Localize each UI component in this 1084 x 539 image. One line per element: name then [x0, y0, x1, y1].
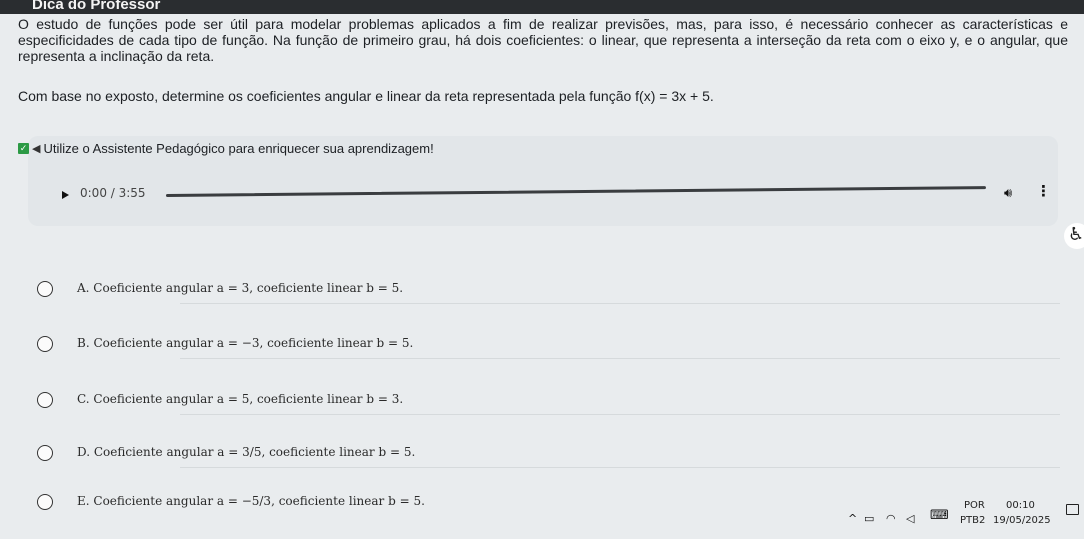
- assistant-label-text: Utilize o Assistente Pedagógico para enr…: [43, 141, 434, 156]
- language-label[interactable]: POR: [964, 500, 985, 511]
- play-icon[interactable]: [62, 191, 69, 199]
- clock-date[interactable]: 19/05/2025: [993, 515, 1051, 526]
- radio-button[interactable]: [37, 445, 53, 461]
- keyboard-layout-label[interactable]: PTB2: [960, 515, 985, 526]
- radio-button[interactable]: [37, 336, 53, 352]
- option-label: B. Coeficiente angular a = −3, coeficien…: [77, 336, 414, 350]
- divider: [180, 414, 1060, 415]
- more-vertical-icon[interactable]: ⋮: [1036, 182, 1051, 200]
- keyboard-icon[interactable]: ⌨: [930, 508, 949, 523]
- option-a[interactable]: A. Coeficiente angular a = 3, coeficient…: [37, 279, 1037, 301]
- question-paragraph-1: O estudo de funções pode ser útil para m…: [18, 16, 1068, 64]
- volume-icon[interactable]: 🔊︎: [1004, 186, 1012, 201]
- clock-time[interactable]: 00:10: [1006, 500, 1035, 511]
- speaker-icon: ◀: [32, 143, 41, 155]
- wifi-icon[interactable]: ◠: [886, 512, 896, 525]
- option-c[interactable]: C. Coeficiente angular a = 5, coeficient…: [37, 390, 1037, 412]
- audio-player: 0:00 / 3:55 🔊︎ ⋮: [40, 172, 1051, 218]
- audio-progress-bar[interactable]: [165, 186, 986, 197]
- speaker-icon[interactable]: ◁: [906, 512, 914, 525]
- option-label: D. Coeficiente angular a = 3/5, coeficie…: [77, 445, 416, 459]
- page-title: Dica do Professor: [32, 0, 161, 13]
- page-header: Dica do Professor: [0, 0, 1084, 14]
- notification-icon[interactable]: [1066, 504, 1079, 515]
- audio-time: 0:00 / 3:55: [80, 186, 146, 200]
- divider: [180, 358, 1060, 359]
- radio-button[interactable]: [37, 281, 53, 297]
- check-icon: ✓: [18, 143, 29, 154]
- radio-button[interactable]: [37, 392, 53, 408]
- option-d[interactable]: D. Coeficiente angular a = 3/5, coeficie…: [37, 443, 1037, 465]
- option-label: C. Coeficiente angular a = 5, coeficient…: [77, 392, 404, 406]
- option-b[interactable]: B. Coeficiente angular a = −3, coeficien…: [37, 334, 1037, 356]
- question-paragraph-2: Com base no exposto, determine os coefic…: [18, 88, 714, 104]
- option-label: E. Coeficiente angular a = −5/3, coefici…: [77, 494, 425, 508]
- system-tray: ^ ▭ ◠ ◁ ⌨ POR PTB2 00:10 19/05/2025: [826, 496, 1084, 539]
- assistant-header: ✓ ◀ Utilize o Assistente Pedagógico para…: [18, 141, 434, 156]
- chevron-up-icon[interactable]: ^: [848, 512, 857, 525]
- radio-button[interactable]: [37, 494, 53, 510]
- divider: [180, 467, 1060, 468]
- option-label: A. Coeficiente angular a = 3, coeficient…: [77, 281, 404, 295]
- accessibility-icon[interactable]: ♿︎: [1064, 223, 1084, 249]
- divider: [180, 303, 1060, 304]
- battery-icon[interactable]: ▭: [864, 512, 874, 525]
